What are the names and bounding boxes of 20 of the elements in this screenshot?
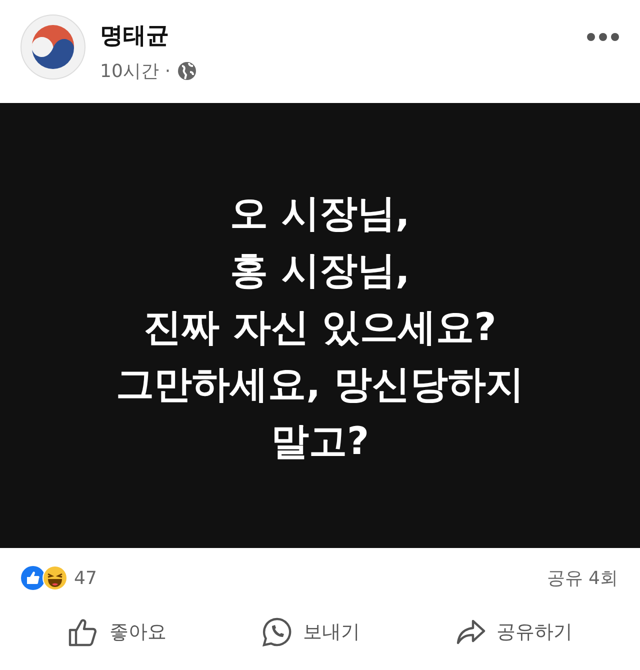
separator: · — [164, 60, 171, 82]
share-button[interactable]: 공유하기 — [446, 610, 581, 654]
like-button[interactable]: 좋아요 — [59, 610, 174, 654]
thumbs-up-icon — [67, 616, 100, 648]
like-reaction-icon — [20, 565, 46, 591]
author-name[interactable]: 명태균 — [100, 20, 572, 51]
image-text-line: 오 시장님, — [230, 190, 410, 237]
post-time[interactable]: 10시간 — [100, 59, 159, 83]
laugh-reaction-icon — [42, 565, 68, 591]
more-icon[interactable] — [586, 32, 620, 42]
share-count[interactable]: 공유 4회 — [546, 566, 618, 590]
image-text-line: 홍 시장님, — [230, 247, 410, 294]
chat-phone-icon — [260, 616, 293, 648]
image-text-line: 말고? — [270, 418, 370, 465]
send-button[interactable]: 보내기 — [252, 610, 368, 654]
image-text-line: 그만하세요, 망신당하지 — [116, 361, 524, 408]
image-text-line: 진짜 자신 있으세요? — [144, 304, 496, 351]
globe-icon — [176, 61, 197, 81]
reaction-count[interactable]: 47 — [74, 568, 547, 588]
avatar[interactable] — [20, 14, 86, 80]
